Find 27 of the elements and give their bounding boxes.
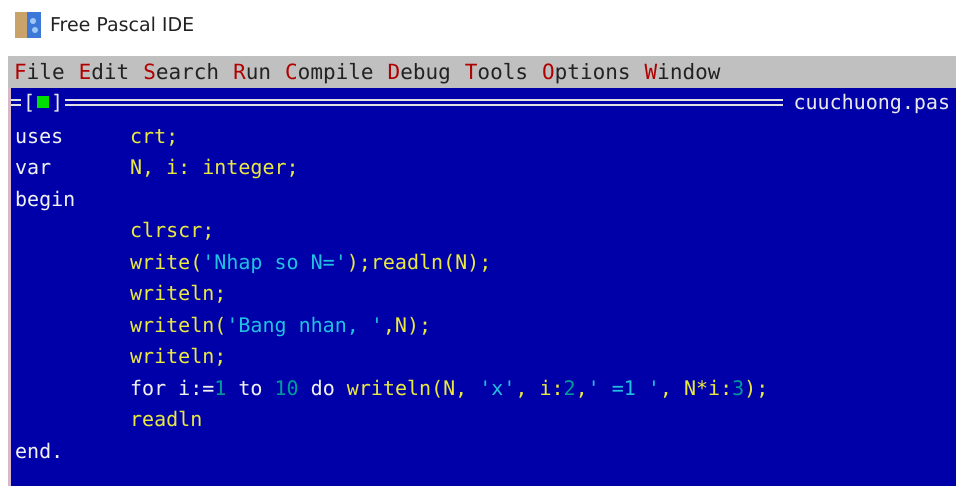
code-line: clrscr; [130, 218, 214, 242]
menu-item[interactable]: Window [644, 60, 734, 84]
code-line: write('Nhap so N=');readln(N); [130, 250, 492, 274]
code-keyword: var [15, 155, 52, 180]
menu-item[interactable]: File [14, 60, 79, 84]
code-line: readln [130, 407, 202, 432]
code-line: N, i: integer; [130, 155, 299, 180]
code-line: for i:=1 to 10 do writeln(N, 'x', i:2,' =1 ', N*i:3); [130, 376, 768, 400]
file-name: cuuchuong.pas [793, 90, 950, 114]
menu-item[interactable]: Edit [78, 60, 144, 84]
code-line: writeln; [130, 281, 226, 306]
menu-item[interactable]: Run [233, 60, 286, 84]
menu-item[interactable]: Compile [285, 60, 388, 84]
window-title: Free Pascal IDE [50, 14, 194, 36]
code-keyword: uses [15, 124, 64, 148]
code-line: writeln('Bang nhan, ',N); [130, 312, 432, 337]
menu-item[interactable]: Debug [388, 60, 465, 84]
code-keyword: begin [15, 186, 76, 211]
app-icon [14, 11, 42, 39]
code-keyword: end. [15, 438, 64, 463]
menu-item[interactable]: Tools [464, 60, 542, 84]
code-line: crt; [130, 124, 178, 148]
close-button[interactable]: [ ] [21, 90, 66, 114]
menu-item[interactable]: Options [542, 60, 645, 84]
frame-line [11, 98, 21, 106]
menu-item[interactable]: Search [143, 60, 234, 84]
code-line: writeln; [130, 344, 226, 368]
